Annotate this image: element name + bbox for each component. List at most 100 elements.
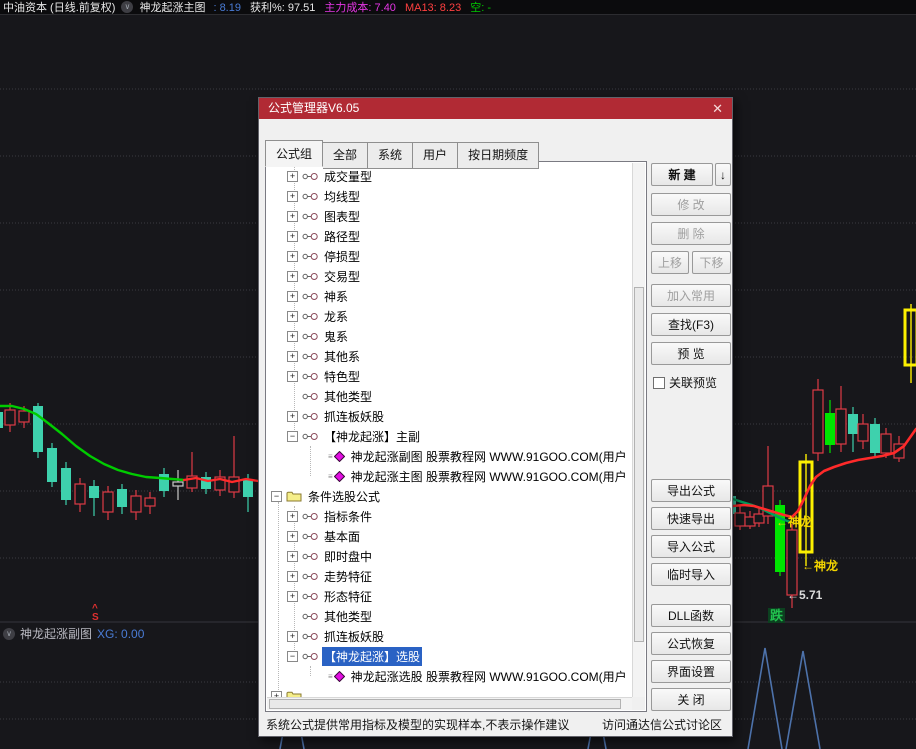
tree-row[interactable]: +鬼系 <box>267 326 632 346</box>
dialog-titlebar[interactable]: 公式管理器V6.05 ✕ <box>259 98 732 119</box>
tree-row[interactable]: + 基本面 <box>267 526 632 546</box>
tree-row-label[interactable]: 神系 <box>322 287 350 306</box>
tree-row-label[interactable]: 走势特征 <box>322 567 374 586</box>
tree-row[interactable]: + 路径型 <box>267 226 632 246</box>
tree-row[interactable]: ≡神龙起涨主图 股票教程网 WWW.91GOO.COM(用户 <box>267 466 632 486</box>
expand-icon[interactable]: + <box>287 511 298 522</box>
tree-row[interactable]: ≡神龙起涨选股 股票教程网 WWW.91GOO.COM(用户 <box>267 666 632 686</box>
add-favorite-button[interactable]: 加入常用 <box>651 284 731 307</box>
expand-icon[interactable]: + <box>287 231 298 242</box>
expand-icon[interactable]: + <box>287 251 298 262</box>
collapse-icon[interactable]: − <box>271 491 282 502</box>
tree-row[interactable]: − 【神龙起涨】主副 <box>267 426 632 446</box>
tab-user[interactable]: 用户 <box>413 142 458 169</box>
expand-icon[interactable]: + <box>287 191 298 202</box>
export-formula-button[interactable]: 导出公式 <box>651 479 731 502</box>
tree-row-label[interactable]: 均线型 <box>322 187 362 206</box>
checkbox-icon[interactable] <box>653 377 665 389</box>
tree-row[interactable]: ≡神龙起涨副图 股票教程网 WWW.91GOO.COM(用户 <box>267 446 632 466</box>
tree-row-label[interactable]: 神龙起涨主图 股票教程网 WWW.91GOO.COM(用户 <box>349 467 629 486</box>
expand-icon[interactable]: + <box>287 291 298 302</box>
tree-row[interactable]: + 龙系 <box>267 306 632 326</box>
stock-title[interactable]: 中油资本 (日线.前复权) <box>3 0 115 15</box>
collapse-icon[interactable]: − <box>287 651 298 662</box>
tab-formula-group[interactable]: 公式组 <box>265 140 323 167</box>
tree-row[interactable]: + 图表型 <box>267 206 632 226</box>
tree-row-label[interactable]: 停损型 <box>322 247 362 266</box>
tab-by-date[interactable]: 按日期频度 <box>458 142 539 169</box>
find-button[interactable]: 查找(F3) <box>651 313 731 336</box>
expand-icon[interactable]: + <box>287 271 298 282</box>
expand-icon[interactable]: + <box>287 311 298 322</box>
tree-row-label[interactable]: 【神龙起涨】主副 <box>322 427 422 446</box>
expand-icon[interactable]: + <box>287 551 298 562</box>
new-button[interactable]: 新 建 <box>651 163 713 186</box>
quick-export-button[interactable]: 快速导出 <box>651 507 731 530</box>
tree-row[interactable]: 其他类型 <box>267 606 632 626</box>
tree-row[interactable]: + 特色型 <box>267 366 632 386</box>
tree-row[interactable]: + 抓连板妖股 <box>267 406 632 426</box>
delete-button[interactable]: 删 除 <box>651 222 731 245</box>
tree-row[interactable]: − 条件选股公式 <box>267 486 632 506</box>
tree-row-label[interactable]: 其他系 <box>322 347 362 366</box>
tree-row[interactable]: + 走势特征 <box>267 566 632 586</box>
expand-icon[interactable]: + <box>287 571 298 582</box>
tree-row-label[interactable]: 神龙起涨选股 股票教程网 WWW.91GOO.COM(用户 <box>349 667 629 686</box>
indicator-name[interactable]: 神龙起涨主图 <box>139 0 205 15</box>
move-down-button[interactable]: 下移 <box>692 251 731 274</box>
chevron-down-icon[interactable]: ∨ <box>121 1 133 13</box>
expand-icon[interactable]: + <box>287 211 298 222</box>
tree-row[interactable]: +抓连板妖股 <box>267 626 632 646</box>
tree-row[interactable]: + 交易型 <box>267 266 632 286</box>
tree-row-label[interactable]: 路径型 <box>322 227 362 246</box>
tree-row-label[interactable]: 其他类型 <box>322 607 374 626</box>
tree-row[interactable]: + 停损型 <box>267 246 632 266</box>
tree-row[interactable]: + 成交量型 <box>267 166 632 186</box>
tree-row-label[interactable]: 特色型 <box>322 367 362 386</box>
new-dropdown-button[interactable]: ↓ <box>715 163 731 186</box>
tree-row-label[interactable]: 图表型 <box>322 207 362 226</box>
chevron-down-icon[interactable]: ∨ <box>3 628 15 640</box>
tree-row-label[interactable]: 条件选股公式 <box>306 487 382 506</box>
move-up-button[interactable]: 上移 <box>651 251 689 274</box>
tree-row[interactable]: + 即时盘中 <box>267 546 632 566</box>
expand-icon[interactable]: + <box>287 331 298 342</box>
tree-row[interactable]: + 均线型 <box>267 186 632 206</box>
preview-button[interactable]: 预 览 <box>651 342 731 365</box>
expand-icon[interactable]: + <box>287 591 298 602</box>
expand-icon[interactable]: + <box>287 351 298 362</box>
tab-all[interactable]: 全部 <box>323 142 368 169</box>
tree-row-label[interactable]: 基本面 <box>322 527 362 546</box>
collapse-icon[interactable]: − <box>287 431 298 442</box>
subchart-indicator-name[interactable]: 神龙起涨副图 <box>20 625 92 642</box>
scrollbar-thumb[interactable] <box>269 699 621 709</box>
tab-system[interactable]: 系统 <box>368 142 413 169</box>
tree-row[interactable]: + 其他系 <box>267 346 632 366</box>
tree-row[interactable]: 其他类型 <box>267 386 632 406</box>
tree-horizontal-scrollbar[interactable] <box>267 697 632 710</box>
tree-row[interactable]: + <box>267 686 632 697</box>
expand-icon[interactable]: + <box>287 531 298 542</box>
formula-restore-button[interactable]: 公式恢复 <box>651 632 731 655</box>
expand-icon[interactable]: + <box>287 171 298 182</box>
tree-row-label[interactable]: 【神龙起涨】选股 <box>322 647 422 666</box>
tree-row-label[interactable]: 神龙起涨副图 股票教程网 WWW.91GOO.COM(用户 <box>349 447 629 466</box>
tree-row-label[interactable]: 即时盘中 <box>322 547 374 566</box>
dll-function-button[interactable]: DLL函数 <box>651 604 731 627</box>
tree-row-label[interactable]: 抓连板妖股 <box>322 407 386 426</box>
forum-link[interactable]: 访问通达信公式讨论区 <box>602 716 722 733</box>
tree-row-label[interactable]: 交易型 <box>322 267 362 286</box>
close-icon[interactable]: ✕ <box>712 98 723 119</box>
modify-button[interactable]: 修 改 <box>651 193 731 216</box>
expand-icon[interactable]: + <box>287 411 298 422</box>
tree-row-label[interactable]: 龙系 <box>322 307 350 326</box>
ui-settings-button[interactable]: 界面设置 <box>651 660 731 683</box>
tree-row[interactable]: +形态特征 <box>267 586 632 606</box>
link-preview-checkbox[interactable]: 关联预览 <box>653 374 717 391</box>
expand-icon[interactable]: + <box>287 371 298 382</box>
expand-icon[interactable]: + <box>287 631 298 642</box>
tree-row[interactable]: + 神系 <box>267 286 632 306</box>
tree-row[interactable]: +指标条件 <box>267 506 632 526</box>
tree-row[interactable]: − 【神龙起涨】选股 <box>267 646 632 666</box>
tree-row-label[interactable]: 成交量型 <box>322 167 374 186</box>
